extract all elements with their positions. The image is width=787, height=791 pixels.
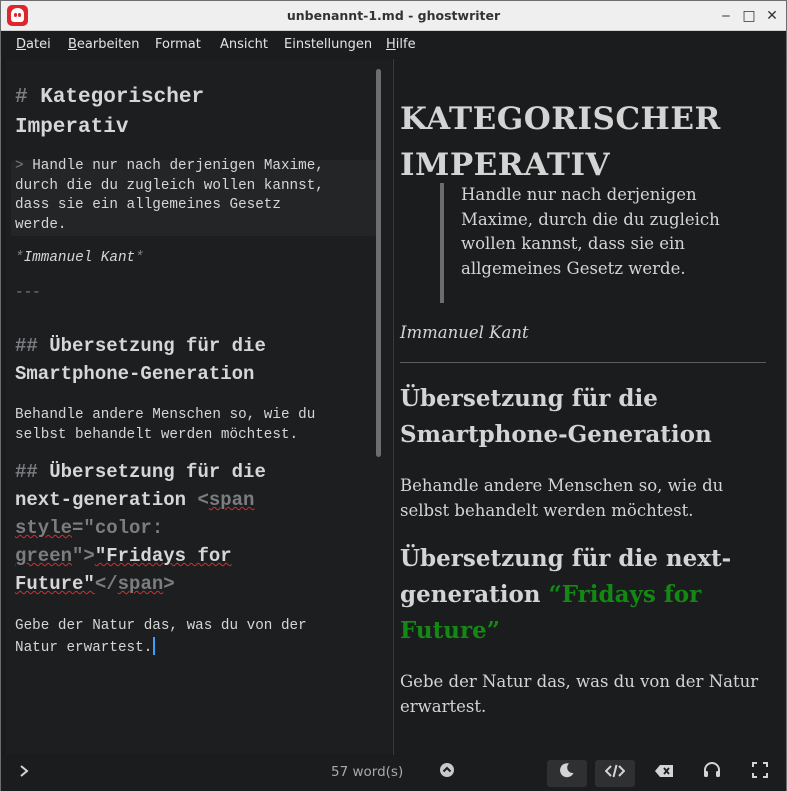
html-preview-toggle-button[interactable] xyxy=(595,760,635,787)
editor-paragraph-2: Gebe der Natur das, was du von der Natur… xyxy=(15,618,307,656)
code-icon xyxy=(604,764,626,778)
menu-hilfe[interactable]: Hilfe xyxy=(386,37,416,52)
headphones-icon xyxy=(704,762,720,777)
window-title: unbenannt-1.md - ghostwriter xyxy=(286,8,501,23)
toggle-sidebar-button[interactable] xyxy=(9,760,39,787)
word-count-options-button[interactable] xyxy=(429,760,465,787)
hemingway-mode-button[interactable] xyxy=(644,760,684,787)
menu-einstellungen[interactable]: Einstellungen xyxy=(284,37,372,52)
menu-bearbeiten[interactable]: Bearbeiten xyxy=(68,37,139,52)
app-window: unbenannt-1.md - ghostwriter ‒ □ ✕ Datei… xyxy=(0,0,787,791)
menu-format[interactable]: Format xyxy=(155,37,201,52)
moon-icon xyxy=(560,763,574,778)
fullscreen-button[interactable] xyxy=(740,760,780,787)
maximize-button[interactable]: □ xyxy=(739,6,759,26)
preview-h1: KATEGORISCHER IMPERATIV xyxy=(400,101,721,183)
backspace-icon xyxy=(655,765,673,777)
title-bar: unbenannt-1.md - ghostwriter ‒ □ ✕ xyxy=(1,1,786,31)
close-button[interactable]: ✕ xyxy=(762,6,782,26)
preview-paragraph-2: Gebe der Natur das, was du von der Natur… xyxy=(400,672,759,716)
preview-paragraph-1: Behandle andere Menschen so, wie du selb… xyxy=(400,476,724,520)
preview-h2-next-generation: Übersetzung für die next-generation “Fri… xyxy=(400,545,732,644)
fullscreen-icon xyxy=(752,762,768,778)
preview-h2-smartphone: Übersetzung für die Smartphone-Generatio… xyxy=(400,385,712,448)
menu-bar: Datei Bearbeiten Format Ansicht Einstell… xyxy=(1,32,786,58)
minimize-button[interactable]: ‒ xyxy=(716,6,736,26)
editor-blockquote: > Handle nur nach derjenigen Maxime, dur… xyxy=(15,158,324,233)
dark-mode-button[interactable] xyxy=(547,760,587,787)
word-count[interactable]: 57 word(s) xyxy=(331,764,403,780)
editor-h1: # Kategorischer Imperativ xyxy=(15,86,205,139)
html-preview: KATEGORISCHER IMPERATIV Handle nur nach … xyxy=(394,59,786,755)
markdown-editor[interactable]: # Kategorischer Imperativ > Handle nur n… xyxy=(6,59,392,755)
editor-paragraph-1: Behandle andere Menschen so, wie du selb… xyxy=(15,407,316,443)
editor-author: *Immanuel Kant* xyxy=(15,250,144,266)
chevron-up-circle-icon xyxy=(440,763,454,777)
text-cursor xyxy=(153,636,155,655)
chevron-right-icon xyxy=(20,765,29,777)
preview-horizontal-rule xyxy=(400,362,766,363)
editor-horizontal-rule: --- xyxy=(15,285,41,301)
status-bar: 57 word(s) xyxy=(1,756,786,791)
preview-blockquote-text: Handle nur nach derjenigen Maxime, durch… xyxy=(461,185,720,278)
menu-ansicht[interactable]: Ansicht xyxy=(220,37,268,52)
menu-datei[interactable]: Datei xyxy=(16,37,51,52)
preview-blockquote: Handle nur nach derjenigen Maxime, durch… xyxy=(440,183,740,303)
editor-h2-smartphone: ## Übersetzung für die Smartphone-Genera… xyxy=(15,335,266,385)
preview-author: Immanuel Kant xyxy=(400,323,529,342)
editor-scrollbar[interactable] xyxy=(376,69,381,457)
editor-h2-next-generation: ## Übersetzung für die next-generation <… xyxy=(15,461,266,595)
focus-mode-button[interactable] xyxy=(692,760,732,787)
